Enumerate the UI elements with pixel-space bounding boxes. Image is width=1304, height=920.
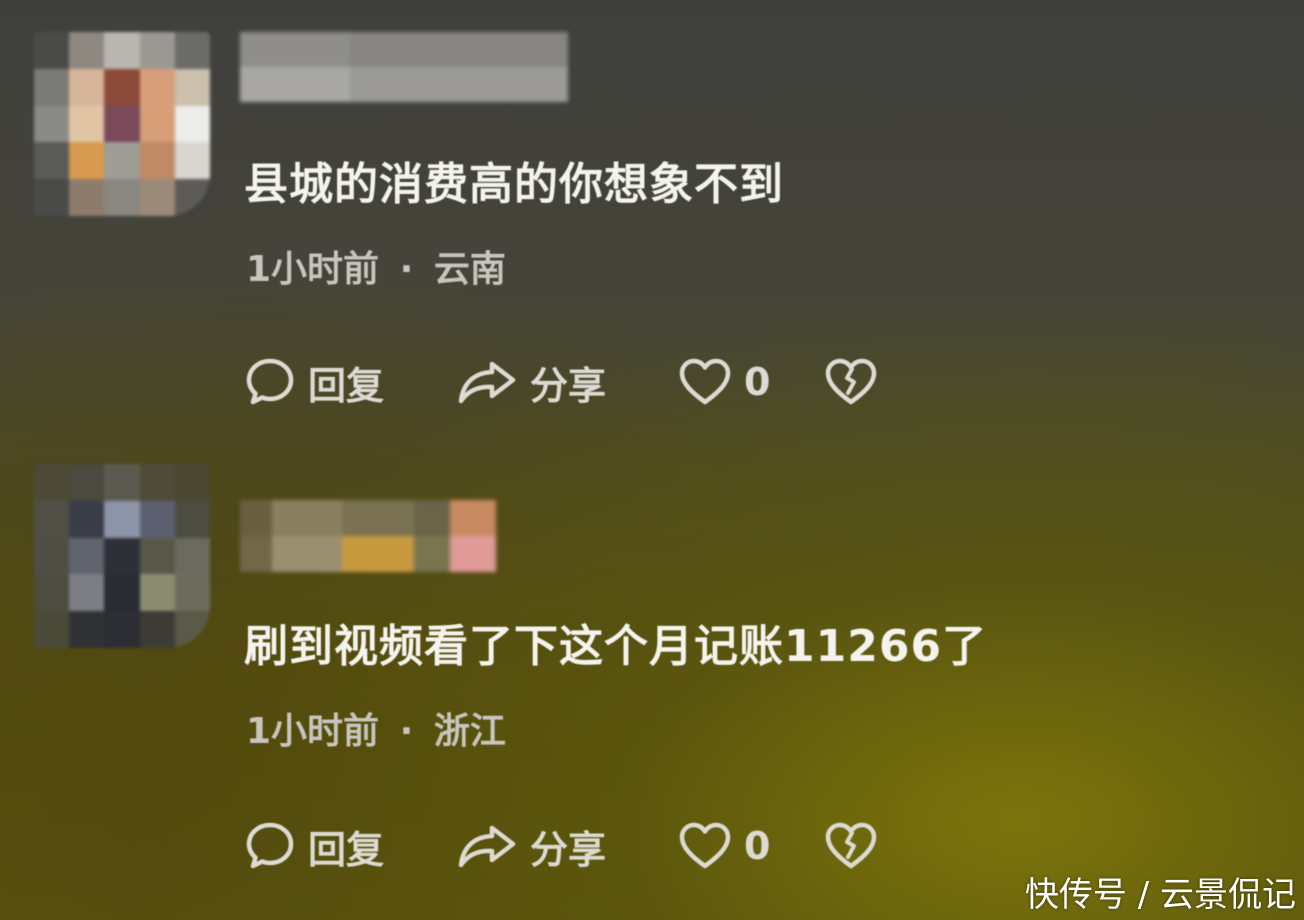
heart-icon <box>678 821 732 871</box>
dislike-button[interactable] <box>824 354 878 410</box>
share-button[interactable]: 分享 <box>456 818 606 874</box>
meta-separator: · <box>399 711 414 752</box>
broken-heart-icon <box>824 821 878 871</box>
username[interactable] <box>240 500 496 572</box>
speech-bubble-icon <box>244 356 296 408</box>
comment-meta: 1小时前 · 浙江 <box>246 702 506 754</box>
comment-location: 云南 <box>433 249 506 290</box>
meta-separator: · <box>399 249 414 290</box>
speech-bubble-icon <box>244 820 296 872</box>
comment-location: 浙江 <box>433 711 506 752</box>
like-count: 0 <box>744 824 771 868</box>
reply-button[interactable]: 回复 <box>244 818 384 874</box>
reply-label: 回复 <box>308 363 385 408</box>
comment-time: 1小时前 <box>246 711 380 752</box>
comment-text: 县城的消费高的你想象不到 <box>244 159 784 210</box>
comment-item: 县城的消费高的你想象不到 1小时前 · 云南 回复 分享 0 <box>0 0 1304 440</box>
like-count: 0 <box>744 360 771 404</box>
comment-item: 刷到视频看了下这个月记账11266了 1小时前 · 浙江 回复 分享 0 <box>0 460 1304 900</box>
like-button[interactable]: 0 <box>678 354 770 410</box>
reply-label: 回复 <box>308 827 385 872</box>
watermark: 快传号 / 云景侃记 <box>1024 875 1296 915</box>
avatar[interactable] <box>34 464 210 648</box>
dislike-button[interactable] <box>824 818 878 874</box>
share-arrow-icon <box>456 356 518 408</box>
comment-text: 刷到视频看了下这个月记账11266了 <box>244 621 988 672</box>
avatar[interactable] <box>34 32 210 216</box>
broken-heart-icon <box>824 357 878 407</box>
share-button[interactable]: 分享 <box>456 354 606 410</box>
share-arrow-icon <box>456 820 518 872</box>
reply-button[interactable]: 回复 <box>244 354 384 410</box>
share-label: 分享 <box>530 827 607 872</box>
username[interactable] <box>240 32 568 102</box>
share-label: 分享 <box>530 363 607 408</box>
comment-meta: 1小时前 · 云南 <box>246 240 506 292</box>
comment-time: 1小时前 <box>246 249 380 290</box>
heart-icon <box>678 357 732 407</box>
like-button[interactable]: 0 <box>678 818 770 874</box>
